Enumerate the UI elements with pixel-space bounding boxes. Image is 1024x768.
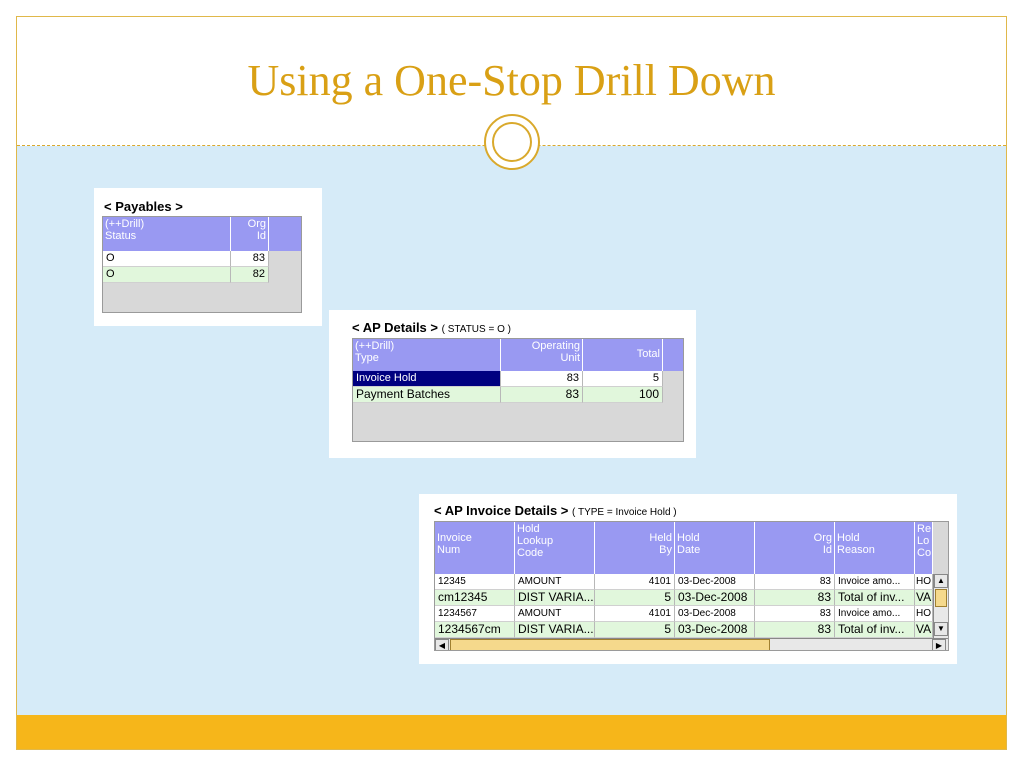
- table-row-invoice-num[interactable]: 1234567: [435, 606, 515, 622]
- column-header-org-id[interactable]: Org Id: [755, 522, 835, 574]
- horizontal-scroll-thumb[interactable]: [450, 639, 770, 650]
- column-header-type[interactable]: (++Drill) Type: [353, 339, 501, 371]
- table-row-hold-date[interactable]: 03-Dec-2008: [675, 622, 755, 638]
- table-row-org-id[interactable]: 83: [755, 606, 835, 622]
- table-row-hold-date[interactable]: 03-Dec-2008: [675, 590, 755, 606]
- arrow-down-icon[interactable]: ▼: [934, 622, 948, 636]
- table-row-hold-lookup-code[interactable]: AMOUNT: [515, 574, 595, 590]
- ap-details-grid: (++Drill) Type Operating Unit Total Invo…: [352, 338, 684, 442]
- table-row-held-by[interactable]: 5: [595, 590, 675, 606]
- ap-invoice-details-condition: ( TYPE = Invoice Hold ): [572, 507, 677, 518]
- table-row-status[interactable]: O: [103, 267, 231, 283]
- table-row-hold-reason[interactable]: Invoice amo...: [835, 574, 915, 590]
- table-row-held-by[interactable]: 4101: [595, 606, 675, 622]
- ap-details-title: < AP Details > ( STATUS = O ): [352, 320, 511, 335]
- column-header-operating-unit[interactable]: Operating Unit: [501, 339, 583, 371]
- table-row-total[interactable]: 100: [583, 387, 663, 403]
- column-header-hold-date[interactable]: Hold Date: [675, 522, 755, 574]
- table-row-hold-reason[interactable]: Total of inv...: [835, 622, 915, 638]
- table-row-org-id[interactable]: 83: [231, 251, 269, 267]
- slide-title: Using a One-Stop Drill Down: [247, 56, 776, 105]
- column-header-filler: [663, 339, 683, 371]
- ap-details-condition: ( STATUS = O ): [441, 324, 511, 335]
- arrow-right-icon[interactable]: ▶: [932, 639, 946, 650]
- table-row-org-id[interactable]: 83: [755, 574, 835, 590]
- column-header-hold-reason[interactable]: Hold Reason: [835, 522, 915, 574]
- table-row-hold-reason[interactable]: Total of inv...: [835, 590, 915, 606]
- table-row-hold-reason[interactable]: Invoice amo...: [835, 606, 915, 622]
- table-row-release[interactable]: HO: [915, 606, 933, 622]
- table-row-release[interactable]: VA: [915, 622, 933, 638]
- table-row-hold-lookup-code[interactable]: DIST VARIA...: [515, 622, 595, 638]
- table-row-held-by[interactable]: 4101: [595, 574, 675, 590]
- table-row-hold-lookup-code[interactable]: DIST VARIA...: [515, 590, 595, 606]
- table-row-hold-date[interactable]: 03-Dec-2008: [675, 574, 755, 590]
- column-header-total[interactable]: Total: [583, 339, 663, 371]
- vertical-scrollbar[interactable]: ▲ ▼: [933, 574, 948, 638]
- vertical-scroll-thumb[interactable]: [935, 589, 947, 607]
- ap-invoice-details-panel: < AP Invoice Details > ( TYPE = Invoice …: [419, 494, 957, 664]
- table-row-type[interactable]: Payment Batches: [353, 387, 501, 403]
- table-row-type[interactable]: Invoice Hold: [353, 371, 501, 387]
- horizontal-scrollbar[interactable]: ◀ ▶: [435, 638, 948, 650]
- column-header-status[interactable]: (++Drill) Status: [103, 217, 231, 251]
- table-row-org-id[interactable]: 82: [231, 267, 269, 283]
- table-row-release[interactable]: VA: [915, 590, 933, 606]
- ring-ornament-icon: [484, 114, 540, 170]
- column-header-hold-lookup-code[interactable]: Hold Lookup Code: [515, 522, 595, 574]
- table-row-operating-unit[interactable]: 83: [501, 371, 583, 387]
- table-row-org-id[interactable]: 83: [755, 622, 835, 638]
- table-row-invoice-num[interactable]: cm12345: [435, 590, 515, 606]
- payables-panel: < Payables > (++Drill) Status Org Id O 8…: [94, 188, 322, 326]
- column-header-filler: [933, 522, 948, 574]
- table-row-operating-unit[interactable]: 83: [501, 387, 583, 403]
- table-row-invoice-num[interactable]: 12345: [435, 574, 515, 590]
- column-header-release-lookup-code[interactable]: Re Lo Co: [915, 522, 933, 574]
- table-row-hold-lookup-code[interactable]: AMOUNT: [515, 606, 595, 622]
- table-row-invoice-num[interactable]: 1234567cm: [435, 622, 515, 638]
- payables-title: < Payables >: [104, 199, 183, 214]
- ap-invoice-details-grid: Invoice Num Hold Lookup Code Held By Hol…: [434, 521, 949, 651]
- column-header-org-id[interactable]: Org Id: [231, 217, 269, 251]
- ap-details-panel: < AP Details > ( STATUS = O ) (++Drill) …: [329, 310, 696, 458]
- arrow-left-icon[interactable]: ◀: [435, 639, 449, 650]
- table-row-held-by[interactable]: 5: [595, 622, 675, 638]
- column-header-invoice-num[interactable]: Invoice Num: [435, 522, 515, 574]
- payables-grid: (++Drill) Status Org Id O 83 O 82: [102, 216, 302, 313]
- column-header-filler: [269, 217, 301, 251]
- table-row-org-id[interactable]: 83: [755, 590, 835, 606]
- arrow-up-icon[interactable]: ▲: [934, 574, 948, 588]
- footer-bar: [17, 715, 1006, 749]
- table-row-status[interactable]: O: [103, 251, 231, 267]
- ap-invoice-details-title: < AP Invoice Details > ( TYPE = Invoice …: [434, 503, 677, 518]
- table-row-release[interactable]: HO: [915, 574, 933, 590]
- table-row-total[interactable]: 5: [583, 371, 663, 387]
- table-row-hold-date[interactable]: 03-Dec-2008: [675, 606, 755, 622]
- column-header-held-by[interactable]: Held By: [595, 522, 675, 574]
